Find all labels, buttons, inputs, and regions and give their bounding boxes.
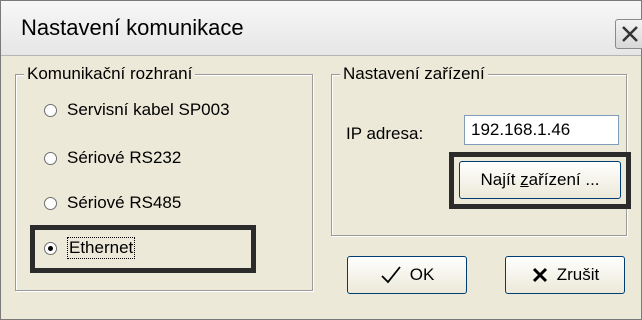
interface-group-legend: Komunikační rozhraní: [24, 64, 196, 84]
close-icon: [622, 26, 638, 42]
ok-button[interactable]: OK: [347, 256, 467, 294]
find-device-label: Najít zařízení ...: [480, 170, 600, 189]
radio-indicator[interactable]: [44, 151, 57, 165]
radio-rs485[interactable]: Sériové RS485: [44, 190, 181, 216]
radio-indicator[interactable]: [44, 241, 57, 255]
close-button[interactable]: [615, 19, 642, 49]
radio-label: Ethernet: [67, 237, 136, 259]
radio-label: Servisní kabel SP003: [67, 100, 230, 119]
ip-address-label: IP adresa:: [346, 124, 424, 143]
radio-rs232[interactable]: Sériové RS232: [44, 145, 181, 171]
radio-servisni-kabel[interactable]: Servisní kabel SP003: [44, 97, 230, 123]
interface-groupbox: Komunikační rozhraní Servisní kabel SP00…: [15, 64, 313, 291]
radio-ethernet[interactable]: Ethernet: [44, 235, 136, 261]
device-group-legend: Nastavení zařízení: [340, 64, 488, 84]
cancel-label: Zrušit: [556, 265, 600, 284]
ok-label: OK: [409, 265, 435, 284]
ip-address-input[interactable]: [464, 115, 619, 145]
cancel-button[interactable]: Zrušit: [505, 256, 625, 294]
radio-indicator[interactable]: [44, 103, 57, 117]
radio-label: Sériové RS485: [67, 193, 182, 212]
radio-indicator[interactable]: [44, 196, 57, 210]
window-title: Nastavení komunikace: [21, 15, 244, 40]
radio-label: Sériové RS232: [67, 148, 182, 167]
dialog-window: Nastavení komunikace Komunikační rozhran…: [0, 0, 642, 320]
device-groupbox: Nastavení zařízení IP adresa: Najít zaří…: [331, 64, 631, 236]
title-bar[interactable]: Nastavení komunikace: [1, 1, 642, 56]
checkmark-icon: [381, 266, 401, 284]
find-device-button[interactable]: Najít zařízení ...: [459, 161, 621, 199]
x-icon: [532, 267, 547, 283]
